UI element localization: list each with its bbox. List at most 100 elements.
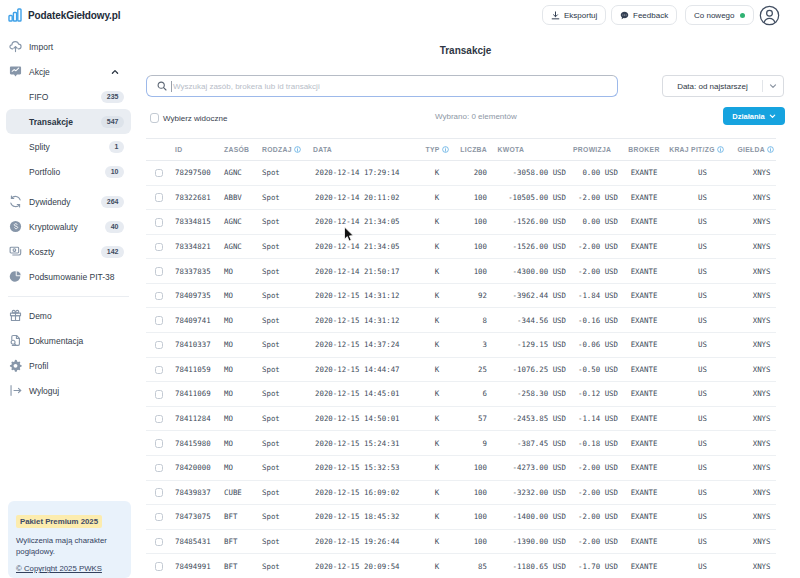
sidebar-item-fifo[interactable]: FIFO235 xyxy=(6,84,131,109)
column-header-kwota[interactable]: KWOTA xyxy=(489,139,568,161)
logout-icon xyxy=(8,384,22,398)
cell-broker: EXANTE xyxy=(619,505,669,530)
actions-button[interactable]: Działania xyxy=(723,107,785,125)
chart-board-icon xyxy=(8,65,22,79)
cell-broker: EXANTE xyxy=(619,283,669,308)
row-checkbox[interactable] xyxy=(155,439,164,448)
search-placeholder: Wyszukaj zasób, brokera lub id transakcj… xyxy=(173,82,320,91)
row-checkbox[interactable] xyxy=(155,538,164,547)
column-header-kraj[interactable]: KRAJ PIT/ZG xyxy=(669,139,736,161)
cell-gielda: XNYS xyxy=(736,554,776,578)
column-header-typ[interactable]: TYP xyxy=(422,139,452,161)
cell-liczba: 25 xyxy=(452,357,489,382)
count-badge: 235 xyxy=(101,91,124,103)
sidebar-item-splity[interactable]: Splity1 xyxy=(6,134,131,159)
cell-typ: K xyxy=(422,357,452,382)
table-row: 78494991BFTSpot2020-12-15 20:09:54K85-11… xyxy=(146,554,776,578)
cell-id: 78415980 xyxy=(175,431,224,456)
cell-kwota: -129.15 USD xyxy=(489,333,568,358)
sidebar-item-label: Import xyxy=(29,42,53,52)
row-checkbox[interactable] xyxy=(155,243,164,252)
table-row: 78439837CUBESpot2020-12-15 16:09:02K100-… xyxy=(146,480,776,505)
sidebar-item-koszty[interactable]: Koszty142 xyxy=(6,239,131,264)
row-checkbox[interactable] xyxy=(155,218,164,227)
gift-icon xyxy=(8,309,22,323)
sidebar-item-kryptowaluty[interactable]: Kryptowaluty40 xyxy=(6,214,131,239)
cell-typ: K xyxy=(422,455,452,480)
sidebar-item-import[interactable]: Import xyxy=(6,34,131,59)
row-checkbox[interactable] xyxy=(155,390,164,399)
row-checkbox[interactable] xyxy=(155,169,164,178)
row-checkbox[interactable] xyxy=(155,415,164,424)
copyright-link[interactable]: © Copyright 2025 PWKS xyxy=(16,564,102,573)
row-checkbox-cell xyxy=(146,234,175,259)
cell-kwota: -1180.65 USD xyxy=(489,554,568,578)
cell-prowizja: -2.00 USD xyxy=(568,529,619,554)
cell-rodzaj: Spot xyxy=(262,283,313,308)
column-header-liczba[interactable]: LICZBA xyxy=(452,139,489,161)
search-input[interactable]: Wyszukaj zasób, brokera lub id transakcj… xyxy=(146,75,618,97)
cell-typ: K xyxy=(422,210,452,235)
info-icon xyxy=(442,146,449,153)
cell-kwota: -1526.00 USD xyxy=(489,234,568,259)
cell-data: 2020-12-15 20:09:54 xyxy=(313,554,422,578)
column-header-data[interactable]: DATA xyxy=(313,139,422,161)
sidebar-item-transakcje[interactable]: Transakcje547 xyxy=(6,109,131,134)
cell-kraj: US xyxy=(669,554,736,578)
column-header-rodzaj[interactable]: RODZAJ xyxy=(262,139,313,161)
cell-gielda: XNYS xyxy=(736,259,776,284)
column-header-id[interactable]: ID xyxy=(175,139,224,161)
row-checkbox[interactable] xyxy=(155,193,164,202)
cell-zasob: BFT xyxy=(224,554,262,578)
sidebar-item-pit38[interactable]: Podsumowanie PIT-38 xyxy=(6,264,131,289)
column-header-zasob[interactable]: ZASÓB xyxy=(224,139,262,161)
row-checkbox-cell xyxy=(146,455,175,480)
sidebar-item-demo[interactable]: Demo xyxy=(6,303,131,328)
select-visible-checkbox[interactable] xyxy=(150,113,160,123)
controls-row: Wybierz widoczne Wybrano: 0 elementów Dz… xyxy=(146,106,785,126)
row-checkbox[interactable] xyxy=(155,316,164,325)
row-checkbox[interactable] xyxy=(155,513,164,522)
cell-zasob: MO xyxy=(224,308,262,333)
brand-logo[interactable]: PodatekGiełdowy.pl xyxy=(8,8,120,22)
sidebar-item-wyloguj[interactable]: Wyloguj xyxy=(6,378,131,403)
select-visible-label: Wybierz widoczne xyxy=(163,114,227,123)
sidebar: PodatekGiełdowy.pl Import AkcjeFIFO235Tra… xyxy=(0,0,137,578)
select-visible-control[interactable]: Wybierz widoczne xyxy=(150,108,228,128)
row-checkbox[interactable] xyxy=(155,562,164,571)
cell-zasob: BFT xyxy=(224,505,262,530)
row-checkbox-cell xyxy=(146,431,175,456)
row-checkbox[interactable] xyxy=(155,488,164,497)
sidebar-item-label: Podsumowanie PIT-38 xyxy=(29,272,115,282)
sidebar-item-label: Koszty xyxy=(29,247,55,257)
cell-gielda: XNYS xyxy=(736,234,776,259)
row-checkbox[interactable] xyxy=(155,366,164,375)
row-checkbox[interactable] xyxy=(155,267,164,276)
row-checkbox[interactable] xyxy=(155,464,164,473)
cell-prowizja: -0.12 USD xyxy=(568,382,619,407)
cell-kraj: US xyxy=(669,357,736,382)
sidebar-item-akcje[interactable]: Akcje xyxy=(6,59,131,84)
cell-broker: EXANTE xyxy=(619,210,669,235)
sidebar-item-portfolio[interactable]: Portfolio10 xyxy=(6,159,131,184)
cell-zasob: AGNC xyxy=(224,210,262,235)
row-checkbox[interactable] xyxy=(155,292,164,301)
sidebar-item-profil[interactable]: Profil xyxy=(6,353,131,378)
row-checkbox-cell xyxy=(146,185,175,210)
cell-kwota: -1526.00 USD xyxy=(489,210,568,235)
cell-zasob: MO xyxy=(224,283,262,308)
row-checkbox[interactable] xyxy=(155,341,164,350)
sort-select[interactable]: Data: od najstarszej xyxy=(662,75,784,97)
sidebar-item-dywidendy[interactable]: Dywidendy264 xyxy=(6,189,131,214)
cell-broker: EXANTE xyxy=(619,455,669,480)
cell-liczba: 100 xyxy=(452,185,489,210)
sidebar-item-label: Kryptowaluty xyxy=(29,222,78,232)
cell-kraj: US xyxy=(669,283,736,308)
info-icon xyxy=(717,146,724,153)
sidebar-item-dokumentacja[interactable]: Dokumentacja xyxy=(6,328,131,353)
column-header-gielda[interactable]: GIEŁDA xyxy=(736,139,776,161)
cell-zasob: MO xyxy=(224,357,262,382)
column-header-broker[interactable]: BROKER xyxy=(619,139,669,161)
column-header-prowizja[interactable]: PROWIZJA xyxy=(568,139,619,161)
main-content: Transakcje Wyszukaj zasób, brokera lub i… xyxy=(146,0,785,578)
